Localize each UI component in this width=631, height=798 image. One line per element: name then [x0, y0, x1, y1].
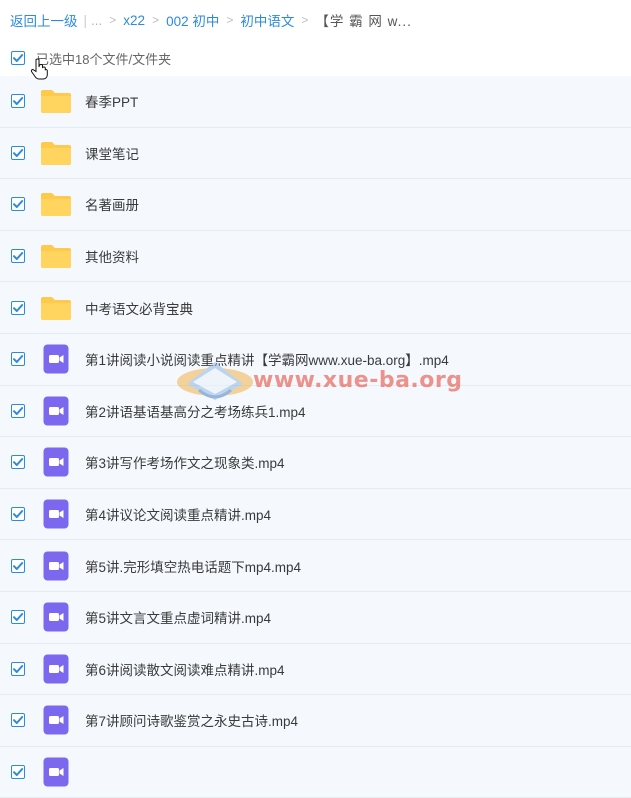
breadcrumb: 返回上一级 | ... > x22 > 002 初中 > 初中语文 > 【学 霸…: [10, 8, 412, 32]
check-icon: [13, 54, 24, 62]
check-icon: [13, 458, 24, 467]
row-checkbox[interactable]: [11, 249, 25, 264]
folder-icon: [40, 137, 72, 169]
hand-cursor-icon: [30, 58, 48, 85]
select-all-checkbox[interactable]: [11, 51, 25, 65]
file-row[interactable]: 第2讲语基语基高分之考场练兵1.mp4: [0, 385, 631, 438]
file-row[interactable]: [0, 746, 631, 798]
breadcrumb-current: 【学 霸 网 w...: [315, 14, 412, 29]
folder-row[interactable]: 中考语文必背宝典: [0, 282, 631, 334]
file-list: 春季PPT 课堂笔记名著画册其他资料中考语文必背宝典第1讲阅读小说阅读重点精讲【学…: [0, 76, 631, 798]
row-checkbox[interactable]: [11, 94, 25, 109]
breadcrumb-divider: |: [83, 12, 88, 28]
file-name[interactable]: 第6讲阅读散文阅读难点精讲.mp4: [85, 659, 285, 679]
file-row[interactable]: 第6讲阅读散文阅读难点精讲.mp4: [0, 643, 631, 696]
file-name[interactable]: 其他资料: [85, 246, 139, 266]
file-name[interactable]: 第7讲顾问诗歌鉴赏之永史古诗.mp4: [85, 710, 298, 730]
row-checkbox[interactable]: [11, 197, 25, 212]
row-checkbox[interactable]: [11, 661, 25, 676]
video-file-icon: [40, 343, 72, 375]
folder-icon: [40, 85, 72, 117]
check-icon: [13, 716, 24, 725]
file-name[interactable]: 春季PPT: [85, 91, 138, 111]
breadcrumb-item-junior-high[interactable]: 002 初中: [166, 10, 219, 30]
file-row[interactable]: 第3讲写作考场作文之现象类.mp4: [0, 437, 631, 489]
file-name[interactable]: 第4讲议论文阅读重点精讲.mp4: [85, 504, 271, 524]
check-icon: [13, 561, 24, 570]
check-icon: [13, 664, 24, 673]
video-file-icon: [40, 446, 72, 478]
row-checkbox[interactable]: [11, 558, 25, 573]
breadcrumb-item-chinese[interactable]: 初中语文: [240, 10, 294, 30]
check-icon: [13, 613, 24, 622]
file-row[interactable]: 第7讲顾问诗歌鉴赏之永史古诗.mp4: [0, 695, 631, 747]
video-file-icon: [40, 653, 72, 685]
row-checkbox[interactable]: [11, 507, 25, 522]
video-file-icon: [40, 498, 72, 530]
row-checkbox[interactable]: [11, 765, 25, 780]
folder-row[interactable]: 课堂笔记: [0, 127, 631, 180]
check-icon: [13, 97, 24, 106]
row-checkbox[interactable]: [11, 455, 25, 470]
folder-row[interactable]: 名著画册: [0, 179, 631, 231]
breadcrumb-ellipsis[interactable]: ...: [91, 13, 102, 28]
row-checkbox[interactable]: [11, 403, 25, 418]
folder-row[interactable]: 春季PPT: [0, 76, 631, 128]
file-name[interactable]: 第5讲.完形填空热电话题下mp4.mp4: [85, 556, 301, 576]
check-icon: [13, 148, 24, 157]
video-file-icon: [40, 601, 72, 633]
chevron-right-icon: >: [226, 13, 234, 27]
file-name[interactable]: 第5讲文言文重点虚词精讲.mp4: [85, 607, 271, 627]
row-checkbox[interactable]: [11, 352, 25, 367]
file-name[interactable]: 中考语文必背宝典: [85, 298, 193, 318]
chevron-right-icon: >: [152, 13, 160, 27]
breadcrumb-item-x22[interactable]: x22: [123, 13, 145, 28]
folder-icon: [40, 188, 72, 220]
file-row[interactable]: 第1讲阅读小说阅读重点精讲【学霸网www.xue-ba.org】.mp4: [0, 333, 631, 386]
check-icon: [13, 200, 24, 209]
folder-icon: [40, 240, 72, 272]
file-name[interactable]: 第1讲阅读小说阅读重点精讲【学霸网www.xue-ba.org】.mp4: [85, 349, 449, 369]
video-file-icon: [40, 756, 72, 788]
video-file-icon: [40, 395, 72, 427]
video-file-icon: [40, 550, 72, 582]
file-row[interactable]: 第4讲议论文阅读重点精讲.mp4: [0, 488, 631, 541]
selection-count: 已选中18个文件/文件夹: [36, 51, 172, 67]
check-icon: [13, 355, 24, 364]
row-checkbox[interactable]: [11, 713, 25, 728]
chevron-right-icon: >: [301, 13, 309, 27]
video-file-icon: [40, 704, 72, 736]
row-checkbox[interactable]: [11, 610, 25, 625]
row-checkbox[interactable]: [11, 145, 25, 160]
file-name[interactable]: 名著画册: [85, 194, 139, 214]
row-checkbox[interactable]: [11, 300, 25, 315]
folder-row[interactable]: 其他资料: [0, 230, 631, 283]
file-name[interactable]: 第2讲语基语基高分之考场练兵1.mp4: [85, 401, 306, 421]
check-icon: [13, 252, 24, 261]
file-name[interactable]: 课堂笔记: [85, 143, 139, 163]
back-link[interactable]: 返回上一级: [10, 10, 78, 30]
check-icon: [13, 510, 24, 519]
file-name[interactable]: 第3讲写作考场作文之现象类.mp4: [85, 452, 285, 472]
file-row[interactable]: 第5讲.完形填空热电话题下mp4.mp4: [0, 540, 631, 592]
selection-bar: 已选中18个文件/文件夹: [0, 44, 631, 72]
folder-icon: [40, 292, 72, 324]
check-icon: [13, 303, 24, 312]
check-icon: [13, 406, 24, 415]
chevron-right-icon: >: [109, 13, 117, 27]
file-row[interactable]: 第5讲文言文重点虚词精讲.mp4: [0, 591, 631, 644]
check-icon: [13, 768, 24, 777]
